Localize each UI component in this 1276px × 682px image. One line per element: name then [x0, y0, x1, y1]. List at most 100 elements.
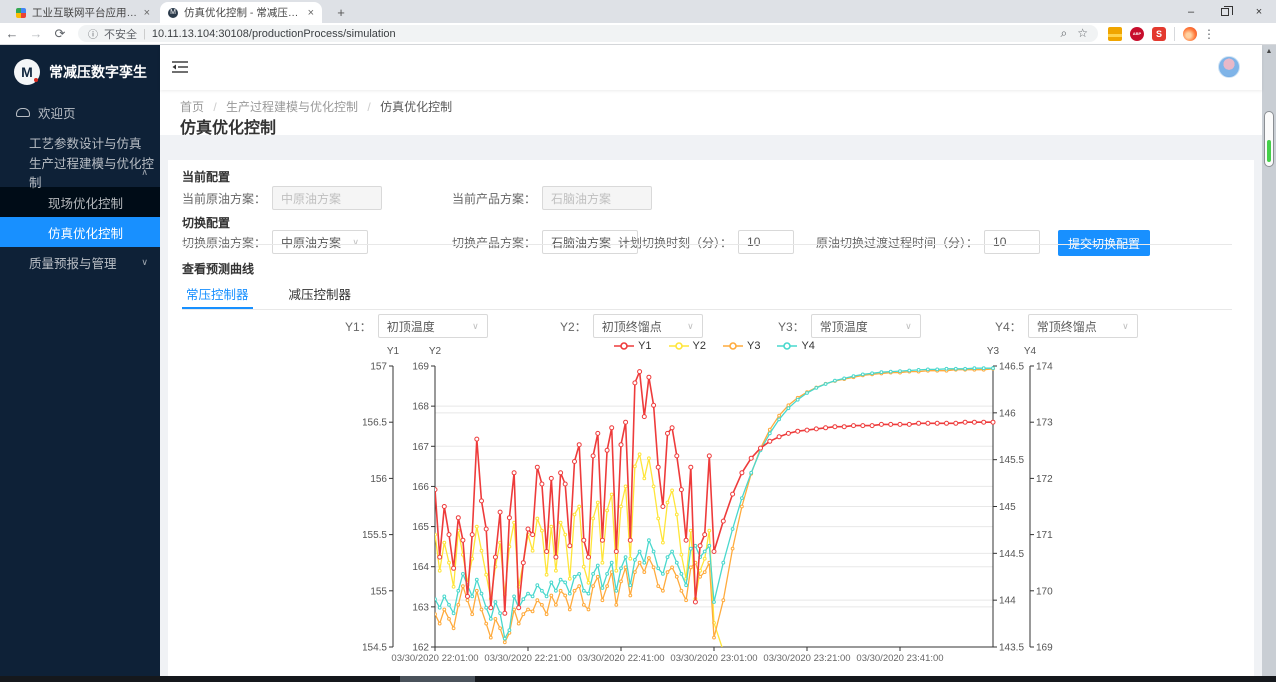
svg-text:172: 172 [1036, 474, 1053, 485]
restore-button[interactable] [1208, 0, 1242, 23]
y2-select[interactable]: 初顶终馏点 ∨ [593, 314, 703, 338]
y2-label: Y2： [560, 318, 587, 335]
x-tick-label: 03/30/2020 23:21:00 [763, 653, 850, 664]
breadcrumb-production-modeling[interactable]: 生产过程建模与优化控制 [226, 100, 358, 114]
x-tick-label: 03/30/2020 22:01:00 [391, 653, 478, 664]
app-favicon: M [168, 8, 178, 18]
minimize-button[interactable]: – [1174, 0, 1208, 23]
window-controls: – × [1174, 0, 1276, 23]
svg-text:174: 174 [1036, 362, 1053, 373]
extension-flame-icon[interactable] [1183, 27, 1197, 41]
y-selectors-row: Y1： 初顶温度 ∨ Y2： 初顶终馏点 ∨ Y3： 常顶 [168, 314, 1254, 340]
svg-text:170: 170 [1036, 586, 1053, 597]
svg-text:168: 168 [412, 402, 429, 413]
svg-text:164: 164 [412, 562, 429, 573]
close-window-button[interactable]: × [1242, 0, 1276, 23]
prediction-curves-heading: 查看预测曲线 [182, 260, 254, 277]
svg-text:145: 145 [999, 502, 1016, 513]
sidebar-item-field-optimization[interactable]: 现场优化控制 [0, 187, 160, 217]
controller-tabs: 常压控制器 减压控制器 [182, 278, 1232, 310]
plan-time-input[interactable]: 10 [738, 230, 794, 254]
legend-item-Y3[interactable]: Y3 [722, 340, 760, 352]
vertical-scrollbar[interactable]: ▲ [1262, 45, 1276, 676]
menu-fold-icon[interactable] [172, 60, 188, 77]
y4-select[interactable]: 常顶终馏点 ∨ [1028, 314, 1138, 338]
user-avatar[interactable] [1218, 56, 1240, 78]
sidebar-item-label: 仿真优化控制 [48, 223, 123, 242]
legend-item-Y4[interactable]: Y4 [776, 340, 814, 352]
submit-switch-config-button[interactable]: 提交切换配置 [1058, 230, 1150, 256]
horizontal-scrollbar-thumb[interactable] [400, 676, 475, 682]
sidebar-item-simulation-optimization[interactable]: 仿真优化控制 [0, 217, 160, 247]
sidebar-submenu: 现场优化控制 仿真优化控制 [0, 187, 160, 247]
select-value: 常顶终馏点 [1037, 318, 1097, 335]
sidebar-item-production-modeling[interactable]: 生产过程建模与优化控制 ∧ [0, 157, 160, 187]
sidebar-item-label: 质量预报与管理 [29, 253, 117, 272]
transition-time-group: 原油切换过渡过程时间（分）： 10 [816, 230, 1040, 254]
extensions-area: ABP S [1108, 27, 1197, 41]
scroll-up-icon[interactable]: ▲ [1262, 45, 1276, 55]
close-tab-icon[interactable]: × [308, 7, 314, 19]
svg-text:163: 163 [412, 602, 429, 613]
bookmark-star-icon[interactable]: ☆ [1077, 26, 1088, 41]
sidebar-item-welcome[interactable]: 欢迎页 [0, 97, 160, 127]
address-bar[interactable]: ⓘ 不安全 | 10.11.13.104:30108/productionPro… [78, 25, 1098, 42]
current-crude-group: 当前原油方案： 中原油方案 [182, 186, 382, 210]
app-logo-icon: M [14, 59, 40, 85]
svg-text:144.5: 144.5 [999, 549, 1024, 560]
axis-title-Y4: Y4 [1024, 346, 1037, 357]
browser-tab-simulation[interactable]: M 仿真优化控制 - 常减压数字孪生 × [160, 2, 322, 23]
breadcrumb-home[interactable]: 首页 [180, 100, 204, 114]
tab-atmospheric-controller[interactable]: 常压控制器 [182, 278, 253, 309]
forward-icon[interactable]: → [24, 26, 48, 41]
browser-menu-icon[interactable]: ⋮ [1203, 27, 1215, 41]
reload-icon[interactable]: ⟳ [48, 26, 72, 42]
info-icon[interactable]: ⓘ [88, 26, 98, 41]
extension-sogou-icon[interactable]: S [1152, 27, 1166, 41]
svg-text:143.5: 143.5 [999, 643, 1024, 654]
extension-grid-icon[interactable] [1108, 27, 1122, 41]
store-favicon [16, 8, 26, 18]
back-icon[interactable]: ← [0, 26, 24, 41]
svg-text:162: 162 [412, 643, 429, 654]
restore-icon [1221, 8, 1229, 16]
current-product-group: 当前产品方案： 石脑油方案 [452, 186, 652, 210]
extension-adblock-icon[interactable]: ABP [1130, 27, 1144, 41]
select-value: 初顶终馏点 [602, 318, 662, 335]
svg-text:155: 155 [370, 586, 387, 597]
tab-vacuum-controller[interactable]: 减压控制器 [285, 278, 356, 309]
omnibox-separator: | [143, 28, 146, 40]
breadcrumb-separator: / [367, 100, 370, 114]
y1-label: Y1： [345, 318, 372, 335]
select-value: 中原油方案 [281, 234, 341, 251]
screen: 工业互联网平台应用商店 × M 仿真优化控制 - 常减压数字孪生 × + – ×… [0, 0, 1276, 682]
new-tab-button[interactable]: + [332, 4, 350, 22]
close-tab-icon[interactable]: × [144, 7, 150, 19]
svg-text:154.5: 154.5 [363, 643, 387, 654]
sidebar-item-label: 生产过程建模与优化控制 [29, 153, 160, 191]
legend-item-Y2[interactable]: Y2 [668, 340, 706, 352]
chevron-down-icon: ∨ [352, 237, 359, 248]
tab-title: 仿真优化控制 - 常减压数字孪生 [184, 5, 302, 20]
svg-text:169: 169 [1036, 643, 1053, 654]
scrollbar-thumb[interactable] [1264, 111, 1274, 167]
omnibox-actions: ⌕ ☆ [1061, 26, 1089, 41]
zoom-icon[interactable]: ⌕ [1061, 26, 1068, 41]
svg-text:167: 167 [412, 442, 429, 453]
prediction-chart-svg: Y1157156.5156155.5155154.5Y2169168167166… [363, 340, 1053, 665]
transition-time-input[interactable]: 10 [984, 230, 1040, 254]
switch-product-group: 切换产品方案： 石脑油方案 ∨ [452, 230, 638, 254]
breadcrumb: 首页 / 生产过程建模与优化控制 / 仿真优化控制 [180, 98, 452, 115]
y1-select[interactable]: 初顶温度 ∨ [378, 314, 488, 338]
y1-selector-group: Y1： 初顶温度 ∨ [345, 314, 488, 338]
sidebar-item-label: 欢迎页 [38, 103, 76, 122]
url-text: 10.11.13.104:30108/productionProcess/sim… [152, 28, 396, 40]
current-config-row: 当前原油方案： 中原油方案 当前产品方案： 石脑油方案 [168, 186, 1254, 212]
select-value: 常顶温度 [820, 318, 868, 335]
legend-item-Y1[interactable]: Y1 [613, 340, 651, 352]
prediction-chart: Y1157156.5156155.5155154.5Y2169168167166… [363, 340, 1053, 665]
sidebar-item-quality-forecast[interactable]: 质量预报与管理 ∨ [0, 247, 160, 277]
browser-tab-store[interactable]: 工业互联网平台应用商店 × [8, 2, 158, 23]
y3-select[interactable]: 常顶温度 ∨ [811, 314, 921, 338]
switch-crude-select[interactable]: 中原油方案 ∨ [272, 230, 368, 254]
